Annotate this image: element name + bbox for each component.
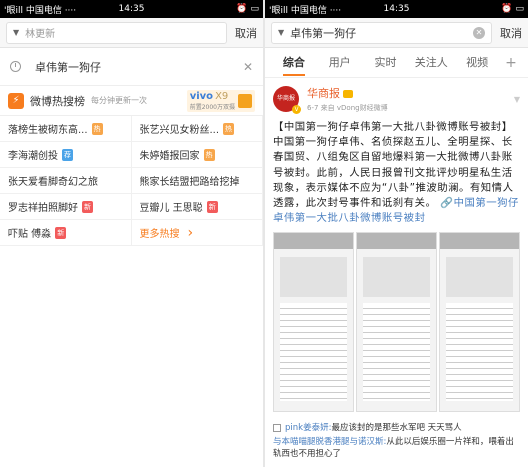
post-images	[273, 232, 520, 413]
hot-tag-badge: 热	[203, 148, 215, 161]
search-input[interactable]: ▼ 林更新	[6, 21, 227, 44]
comment-text: 最应该封的是那些水军吧 天天骂人	[331, 423, 462, 434]
hot-search-subtitle: 每分钟更新一次	[91, 96, 147, 105]
hot-tag-badge: 热	[223, 122, 235, 135]
status-bar: '眼ill 中国电信 ···· 14:35 ⏰ ▭	[265, 0, 528, 18]
clear-icon[interactable]: ✕	[473, 26, 485, 39]
carrier-text: '眼ill 中国电信 ····	[4, 5, 77, 16]
hot-search-text: 罗志祥拍照脚好	[8, 203, 78, 214]
status-icons: ⏰ ▭	[236, 4, 259, 14]
avatar-label: 华商报	[276, 95, 295, 102]
post-meta: 6-7 来自 vDong财经微博	[307, 104, 388, 112]
tab-overview[interactable]: 综合	[271, 48, 317, 78]
ad-brand: vivo	[189, 90, 214, 102]
cancel-button[interactable]: 取消	[500, 25, 522, 41]
hot-tag-badge: 新	[206, 200, 218, 213]
search-placeholder: 林更新	[25, 29, 56, 40]
vip-badge-icon	[343, 90, 353, 98]
tab-video[interactable]: 视频	[454, 48, 500, 78]
post-image[interactable]	[356, 232, 437, 413]
status-bar: '眼ill 中国电信 ···· 14:35 ⏰ ▭	[0, 0, 263, 18]
hot-search-item[interactable]: 熊家长结盟把路给挖掉	[131, 168, 263, 194]
hot-search-text: 更多热搜	[139, 229, 180, 240]
hot-tag-badge: 热	[91, 122, 103, 135]
tab-users[interactable]: 用户	[317, 48, 363, 78]
hot-search-text: 李海潮创投	[8, 151, 58, 162]
post-body: 【中国第一狗仔卓伟第一大批八卦微博账号被封】中国第一狗仔卓伟、名侦探赵五儿、全明…	[273, 120, 520, 226]
hot-search-text: 熊家长结盟把路给挖掉	[139, 177, 240, 188]
hot-tag-badge: 新	[82, 200, 93, 213]
hot-search-text: 落榜生被砌东高...	[8, 125, 88, 136]
tab-realtime[interactable]: 实时	[363, 48, 409, 78]
search-history-item[interactable]: 卓伟第一狗仔 ✕	[0, 48, 263, 86]
history-text: 卓伟第一狗仔	[35, 60, 101, 74]
dropdown-triangle-icon[interactable]: ▼	[278, 28, 284, 37]
weibo-post[interactable]: 华商报 V 华商报 6-7 来自 vDong财经微博 ▼ 【中国第一狗仔卓伟第一大…	[265, 78, 528, 418]
tab-following[interactable]: 关注人	[408, 48, 454, 78]
clock-icon	[10, 61, 21, 72]
comment-user[interactable]: pink姜泰妍:	[285, 423, 331, 433]
cancel-button[interactable]: 取消	[235, 25, 257, 41]
hot-search-text: 吓贴 傅淼	[8, 229, 52, 240]
hot-search-text: 张天爱看脚奇幻之旅	[8, 177, 98, 188]
hot-search-item[interactable]: 张艺兴见女粉丝... 热	[131, 116, 263, 142]
avatar[interactable]: 华商报 V	[273, 86, 301, 114]
comment-icon	[273, 423, 281, 432]
hot-search-item[interactable]: 豆瓣儿 王思聪新	[131, 194, 263, 220]
comment-list: pink姜泰妍:最应该封的是那些水军吧 天天骂人 与本喵喵腿脱香港腿与诺汉斯:从…	[265, 422, 528, 460]
dropdown-triangle-icon[interactable]: ▼	[13, 28, 19, 37]
post-image[interactable]	[439, 232, 520, 413]
comment-user[interactable]: 与本喵喵腿脱香港腿与诺汉斯:	[273, 437, 386, 447]
hot-search-list: 落榜生被砌东高... 热张艺兴见女粉丝... 热李海潮创投荐朱婷婚报回家热张天爱看脚…	[0, 116, 263, 246]
hot-search-header: ⚡ 微博热搜榜 每分钟更新一次 vivo X9 前置2000万双摄	[0, 86, 263, 116]
screenshot-root: '眼ill 中国电信 ···· 14:35 ⏰ ▭ ▼ 林更新 取消 卓伟第一狗…	[0, 0, 528, 467]
hot-tag-badge: 新	[55, 226, 67, 239]
hot-search-text: 朱婷婚报回家	[139, 151, 200, 162]
hot-search-item[interactable]: 吓贴 傅淼新	[0, 220, 132, 246]
hot-search-text: 张艺兴见女粉丝...	[139, 125, 220, 136]
more-hot-search-link[interactable]: 更多热搜 ›	[131, 220, 263, 246]
comment-item[interactable]: pink姜泰妍:最应该封的是那些水军吧 天天骂人	[273, 422, 520, 434]
search-value: 卓伟第一狗仔	[290, 26, 357, 40]
clock-text: 14:35	[383, 4, 410, 14]
hot-tag-badge: 荐	[62, 148, 73, 161]
post-author: 华商报 V 华商报 6-7 来自 vDong财经微博 ▼	[273, 84, 520, 114]
search-bar: ▼ 卓伟第一狗仔 ✕ 取消	[265, 18, 528, 48]
hot-search-logo-icon: ⚡	[8, 92, 24, 109]
hot-search-item[interactable]: 罗志祥拍照脚好新	[0, 194, 132, 220]
add-tab-icon[interactable]: +	[500, 48, 522, 78]
post-image[interactable]	[273, 232, 354, 413]
ad-banner[interactable]: vivo X9 前置2000万双摄	[186, 89, 255, 112]
hot-search-item[interactable]: 李海潮创投荐	[0, 142, 132, 168]
hot-search-text: 豆瓣儿 王思聪	[139, 203, 203, 214]
result-tabs: 综合 用户 实时 关注人 视频 +	[265, 48, 528, 78]
chevron-down-icon[interactable]: ▼	[514, 95, 520, 104]
post-text: 【中国第一狗仔卓伟第一大批八卦微博账号被封】中国第一狗仔卓伟、名侦探赵五儿、全明…	[273, 121, 514, 210]
close-icon[interactable]: ✕	[243, 60, 253, 74]
carrier-text: '眼ill 中国电信 ····	[269, 5, 342, 16]
chevron-right-icon: ›	[187, 224, 194, 241]
hot-search-title: 微博热搜榜	[30, 94, 85, 108]
comment-item[interactable]: 与本喵喵腿脱香港腿与诺汉斯:从此以后娱乐圈一片祥和，喂着出轨西也不用担心了	[273, 436, 520, 460]
ad-subtitle: 前置2000万双摄	[189, 103, 235, 111]
status-icons: ⏰ ▭	[501, 4, 524, 14]
search-bar: ▼ 林更新 取消	[0, 18, 263, 48]
author-name[interactable]: 华商报	[307, 85, 388, 101]
hot-search-item[interactable]: 张天爱看脚奇幻之旅	[0, 168, 132, 194]
right-screen: '眼ill 中国电信 ···· 14:35 ⏰ ▭ ▼ 卓伟第一狗仔 ✕ 取消 …	[265, 0, 528, 467]
hot-search-item[interactable]: 落榜生被砌东高... 热	[0, 116, 132, 142]
search-input[interactable]: ▼ 卓伟第一狗仔 ✕	[271, 21, 492, 44]
ad-phone-icon	[238, 93, 252, 108]
clock-text: 14:35	[118, 4, 145, 14]
ad-model: X9	[215, 90, 229, 102]
verified-icon: V	[292, 105, 301, 114]
left-screen: '眼ill 中国电信 ···· 14:35 ⏰ ▭ ▼ 林更新 取消 卓伟第一狗…	[0, 0, 263, 467]
hot-search-item[interactable]: 朱婷婚报回家热	[131, 142, 263, 168]
